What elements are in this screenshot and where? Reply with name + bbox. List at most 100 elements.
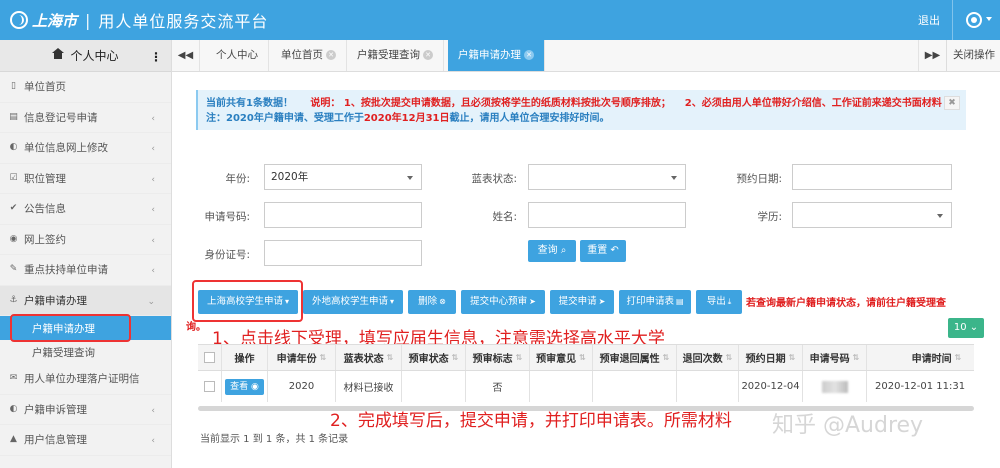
submit-application-button[interactable]: 提交申请 ➤ — [550, 290, 614, 314]
sidebar-item-registration[interactable]: ▤ 信息登记号申请 ‹ — [0, 103, 171, 133]
main-content: 当前共有1条数据！ 说明： 1、按批次提交申请数据，且必须按将学生的纸质材料按批… — [172, 72, 1000, 468]
sort-icon[interactable]: ⇅ — [516, 353, 523, 362]
search-icon: ⌕ — [560, 245, 567, 256]
select-all-checkbox[interactable] — [204, 352, 215, 363]
download-icon: ⤓ — [727, 297, 732, 306]
column-header[interactable]: 预审状态 ⇅ — [402, 345, 466, 370]
sidebar-menu: ▯ 单位首页 ▤ 信息登记号申请 ‹ ◐ 单位信息网上修改 ‹ ☑ 职位管理 ‹ ✔ 公告信息 ‹… — [0, 72, 171, 456]
submit-center-review-button[interactable]: 提交中心预审 ➤ — [461, 290, 545, 314]
print-application-button[interactable]: 打印申请表 ▤ — [619, 290, 691, 314]
site-title: 用人单位服务交流平台 — [98, 12, 269, 31]
sidebar-subitem-hukou-query[interactable]: 户籍受理查询 — [0, 340, 171, 364]
table-header-row: 操作 申请年份 ⇅ 蓝表状态 ⇅ 预审状态 ⇅ 预审标志 ⇅ 预审意见 ⇅ 预审退回属性 ⇅… — [198, 345, 974, 371]
appointment-date-input[interactable] — [792, 164, 952, 190]
chevron-left-icon: ‹ — [151, 405, 155, 416]
column-header-label: 退回次数 — [682, 354, 723, 365]
sidebar-item-online-signing[interactable]: ◉ 网上签约 ‹ — [0, 225, 171, 255]
education-select[interactable] — [792, 202, 952, 228]
column-header[interactable]: 预审意见 ⇅ — [530, 345, 593, 370]
site-logo[interactable]: 上海市 | 用人单位服务交流平台 — [10, 8, 268, 32]
half-circle-icon: ◐ — [9, 403, 18, 414]
query-button[interactable]: 查询 ⌕ — [528, 240, 576, 262]
tab-hukou-apply[interactable]: 户籍申请办理 ✕ — [448, 40, 545, 71]
column-header-label: 预约日期 — [745, 354, 786, 365]
logout-link[interactable]: 退出 — [918, 12, 940, 28]
export-button[interactable]: 导出 ⤓ — [696, 290, 742, 314]
id-number-input[interactable] — [264, 240, 422, 266]
sidebar-title: 个人中心 — [70, 49, 119, 63]
sort-icon[interactable]: ⇅ — [955, 353, 962, 362]
sidebar-item-appeals[interactable]: ◐ 户籍申诉管理 ‹ — [0, 395, 171, 425]
reset-button[interactable]: 重置 ↶ — [580, 240, 626, 262]
header-divider — [952, 0, 953, 40]
row-checkbox-cell[interactable] — [198, 371, 222, 402]
sidebar-item-hukou-application[interactable]: ⚓ 户籍申请办理 ⌄ — [0, 285, 171, 316]
sidebar-item-positions[interactable]: ☑ 职位管理 ‹ — [0, 164, 171, 194]
column-header[interactable]: 申请号码 ⇅ — [803, 345, 867, 370]
sort-icon[interactable]: ⇅ — [387, 353, 394, 362]
nonlocal-student-apply-button[interactable]: 外地高校学生申请 ▾ — [303, 290, 403, 314]
column-header[interactable]: 申请时间 ⇅ — [867, 345, 974, 370]
column-header[interactable]: 预约日期 ⇅ — [739, 345, 803, 370]
sidebar-item-label: 重点扶持单位申请 — [24, 264, 108, 277]
checkbox-icon: ☑ — [9, 172, 18, 183]
pagination-info: 当前显示 1 到 1 条，共 1 条记录 — [200, 434, 349, 445]
chevron-left-icon: ‹ — [151, 205, 155, 215]
sidebar-item-key-support[interactable]: ✎ 重点扶持单位申请 ‹ — [0, 255, 171, 286]
view-button[interactable]: 查看 ◉ — [225, 378, 264, 395]
bell-icon: ▲ — [10, 434, 17, 445]
sort-icon[interactable]: ⇅ — [452, 353, 459, 362]
tab-scroll-right-icon[interactable]: ▶▶ — [918, 40, 946, 71]
close-operations-dropdown[interactable]: 关闭操作 — [946, 40, 1000, 71]
button-label: 外地高校学生申请 — [311, 296, 388, 307]
chevron-down-icon[interactable] — [986, 17, 992, 21]
column-header[interactable]: 退回次数 ⇅ — [677, 345, 739, 370]
more-icon[interactable]: ⋮ — [150, 50, 162, 64]
row-checkbox[interactable] — [204, 381, 215, 392]
name-input[interactable] — [528, 202, 686, 228]
tab-home[interactable]: 单位首页 ✕ — [271, 40, 347, 71]
appointment-date-label: 预约日期: — [736, 173, 782, 185]
sidebar-item-settlement-letter[interactable]: ✉ 用人单位办理落户证明信 — [0, 364, 171, 395]
year-select[interactable]: 2020年 — [264, 164, 422, 190]
sort-icon[interactable]: ⇅ — [789, 353, 796, 362]
settings-icon[interactable] — [966, 12, 982, 28]
application-number-input[interactable] — [264, 202, 422, 228]
close-icon[interactable]: ✕ — [524, 50, 534, 60]
logo-city: 上海市 — [32, 11, 78, 30]
copy-icon: ▤ — [9, 111, 18, 122]
delete-button[interactable]: 删除 ⊗ — [408, 290, 456, 314]
select-all-checkbox-cell[interactable] — [198, 345, 222, 370]
sort-icon[interactable]: ⇅ — [579, 353, 586, 362]
column-header[interactable]: 蓝表状态 ⇅ — [336, 345, 402, 370]
blue-form-status-select[interactable] — [528, 164, 686, 190]
page-size-value: 10 — [953, 322, 967, 333]
column-header-label: 预审标志 — [472, 354, 513, 365]
sidebar-item-user-info[interactable]: ▲ 用户信息管理 ‹ — [0, 425, 171, 456]
tab-personal-center[interactable]: 个人中心 — [206, 40, 269, 71]
page-size-dropdown[interactable]: 10 ⌄ — [948, 318, 984, 338]
column-header[interactable]: 申请年份 ⇅ — [268, 345, 336, 370]
blue-form-status-label: 蓝表状态: — [471, 173, 517, 185]
sort-icon[interactable]: ⇅ — [663, 353, 670, 362]
sidebar-header: 个人中心 ⋮ — [0, 40, 171, 72]
sidebar-item-unit-info[interactable]: ◐ 单位信息网上修改 ‹ — [0, 133, 171, 164]
tab-hukou-query[interactable]: 户籍受理查询 ✕ — [347, 40, 444, 71]
sort-icon[interactable]: ⇅ — [853, 353, 860, 362]
button-label: 删除 — [418, 296, 438, 307]
sort-icon[interactable]: ⇅ — [320, 353, 327, 362]
tab-scroll-left-icon[interactable]: ◀◀ — [172, 40, 200, 71]
column-header-label: 申请时间 — [911, 354, 952, 365]
sort-icon[interactable]: ⇅ — [726, 353, 733, 362]
close-icon[interactable]: ✖ — [944, 96, 960, 110]
column-header[interactable]: 预审标志 ⇅ — [466, 345, 530, 370]
toolbar-highlight-box — [192, 280, 303, 322]
envelope-icon: ✉ — [9, 373, 18, 384]
sidebar-item-announcements[interactable]: ✔ 公告信息 ‹ — [0, 194, 171, 225]
sidebar-item-home[interactable]: ▯ 单位首页 — [0, 72, 171, 103]
close-icon[interactable]: ✕ — [326, 50, 336, 60]
tab-label: 户籍申请办理 — [458, 49, 521, 61]
column-header[interactable]: 预审退回属性 ⇅ — [593, 345, 677, 370]
close-icon[interactable]: ✕ — [423, 50, 433, 60]
name-label: 姓名: — [492, 211, 517, 223]
